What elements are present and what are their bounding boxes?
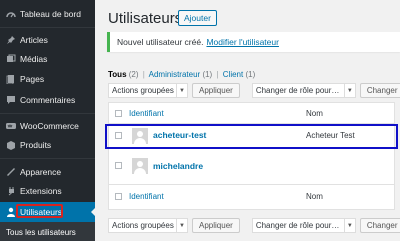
add-user-button[interactable]: Ajouter [178, 10, 217, 26]
bulk-actions-value: Actions groupées [112, 221, 174, 230]
apply-button[interactable]: Appliquer [192, 83, 240, 98]
column-footer-name: Nom [306, 192, 323, 201]
chevron-down-icon: ▼ [343, 219, 355, 232]
sidebar-submenu: Tous les utilisateurs [0, 222, 95, 241]
column-footer-username[interactable]: Identifiant [129, 192, 164, 201]
sidebar-item-label: WooCommerce [20, 121, 79, 131]
annotation-highlight-users [16, 204, 63, 218]
select-all-checkbox[interactable] [115, 193, 122, 200]
sidebar-divider [0, 158, 95, 159]
filter-separator: | [142, 70, 145, 79]
sidebar-item-pages[interactable]: Pages [0, 71, 95, 87]
change-role-value: Changer de rôle pour… [255, 221, 340, 230]
chevron-down-icon: ▼ [176, 84, 187, 97]
appearance-icon [6, 167, 16, 177]
bottom-toolbar: Actions groupées ▼ Appliquer Changer de … [108, 218, 400, 233]
chevron-down-icon: ▼ [343, 84, 355, 97]
table-row: michelandre [109, 149, 394, 185]
avatar [132, 158, 148, 174]
table-header-row: Identifiant Nom [109, 103, 394, 124]
pin-icon [6, 35, 16, 45]
sidebar-item-articles[interactable]: Articles [0, 32, 95, 48]
change-button[interactable]: Changer [359, 83, 400, 98]
select-all-checkbox[interactable] [115, 110, 122, 117]
row-checkbox[interactable] [115, 162, 122, 169]
column-header-name: Nom [306, 109, 323, 118]
sidebar-item-products[interactable]: Produits [0, 137, 95, 153]
filter-client[interactable]: Client [223, 70, 243, 79]
sidebar-item-label: Extensions [20, 186, 62, 196]
success-notice: Nouvel utilisateur créé. Modifier l'util… [107, 32, 400, 52]
sidebar-item-label: Tableau de bord [20, 9, 81, 19]
notice-text: Nouvel utilisateur créé. [117, 37, 204, 47]
dashboard-icon [6, 9, 16, 19]
users-icon [6, 207, 16, 217]
filter-all-count: (2) [128, 70, 139, 79]
comment-icon [6, 95, 16, 105]
sidebar-item-label: Apparence [20, 167, 62, 177]
change-button[interactable]: Changer [359, 218, 400, 233]
sidebar-item-dashboard[interactable]: Tableau de bord [0, 6, 95, 22]
filter-administrator[interactable]: Administrateur [149, 70, 201, 79]
page-title: Utilisateurs [108, 10, 183, 27]
sidebar-item-label: Pages [20, 74, 45, 84]
edit-user-link[interactable]: Modifier l'utilisateur [206, 37, 278, 47]
table-footer-row: Identifiant Nom [109, 185, 394, 209]
apply-button[interactable]: Appliquer [192, 218, 240, 233]
products-icon [6, 140, 16, 150]
media-icon [6, 54, 16, 64]
main-content: Utilisateurs Ajouter Nouvel utilisateur … [95, 0, 400, 241]
sidebar-item-label: Commentaires [20, 95, 76, 105]
woocommerce-icon [6, 121, 16, 131]
bulk-actions-select[interactable]: Actions groupées ▼ [108, 83, 188, 98]
sidebar-item-medias[interactable]: Médias [0, 51, 95, 67]
bulk-actions-value: Actions groupées [112, 86, 174, 95]
filter-separator: | [216, 70, 219, 79]
sidebar-item-comments[interactable]: Commentaires [0, 92, 95, 108]
sidebar-item-appearance[interactable]: Apparence [0, 164, 95, 180]
chevron-down-icon: ▼ [176, 219, 187, 232]
sidebar-item-woocommerce[interactable]: WooCommerce [0, 118, 95, 134]
filter-client-count: (1) [245, 70, 256, 79]
filter-admin-count: (1) [202, 70, 213, 79]
sidebar-item-label: Produits [20, 140, 52, 150]
submenu-item-all-users[interactable]: Tous les utilisateurs [6, 228, 76, 237]
pages-icon [6, 74, 16, 84]
change-role-select[interactable]: Changer de rôle pour… ▼ [251, 218, 356, 233]
top-toolbar: Actions groupées ▼ Appliquer Changer de … [108, 83, 400, 98]
sidebar-divider [0, 113, 95, 114]
users-table: Identifiant Nom acheteur-test Acheteur T… [108, 102, 395, 210]
sidebar-divider [0, 27, 95, 28]
sidebar-item-label: Articles [20, 35, 48, 45]
sidebar-item-label: Médias [20, 54, 48, 64]
change-role-value: Changer de rôle pour… [255, 86, 340, 95]
column-header-username[interactable]: Identifiant [129, 109, 164, 118]
filter-all[interactable]: Tous [108, 70, 127, 79]
change-role-select[interactable]: Changer de rôle pour… ▼ [251, 83, 356, 98]
plugins-icon [6, 186, 16, 196]
admin-sidebar: Tableau de bord Articles Médias Pages Co… [0, 0, 97, 241]
bulk-actions-select[interactable]: Actions groupées ▼ [108, 218, 188, 233]
sidebar-item-extensions[interactable]: Extensions [0, 183, 95, 199]
annotation-highlight-row [105, 124, 398, 149]
role-filters: Tous (2) | Administrateur (1) | Client (… [108, 70, 255, 79]
username-link[interactable]: michelandre [153, 161, 203, 171]
